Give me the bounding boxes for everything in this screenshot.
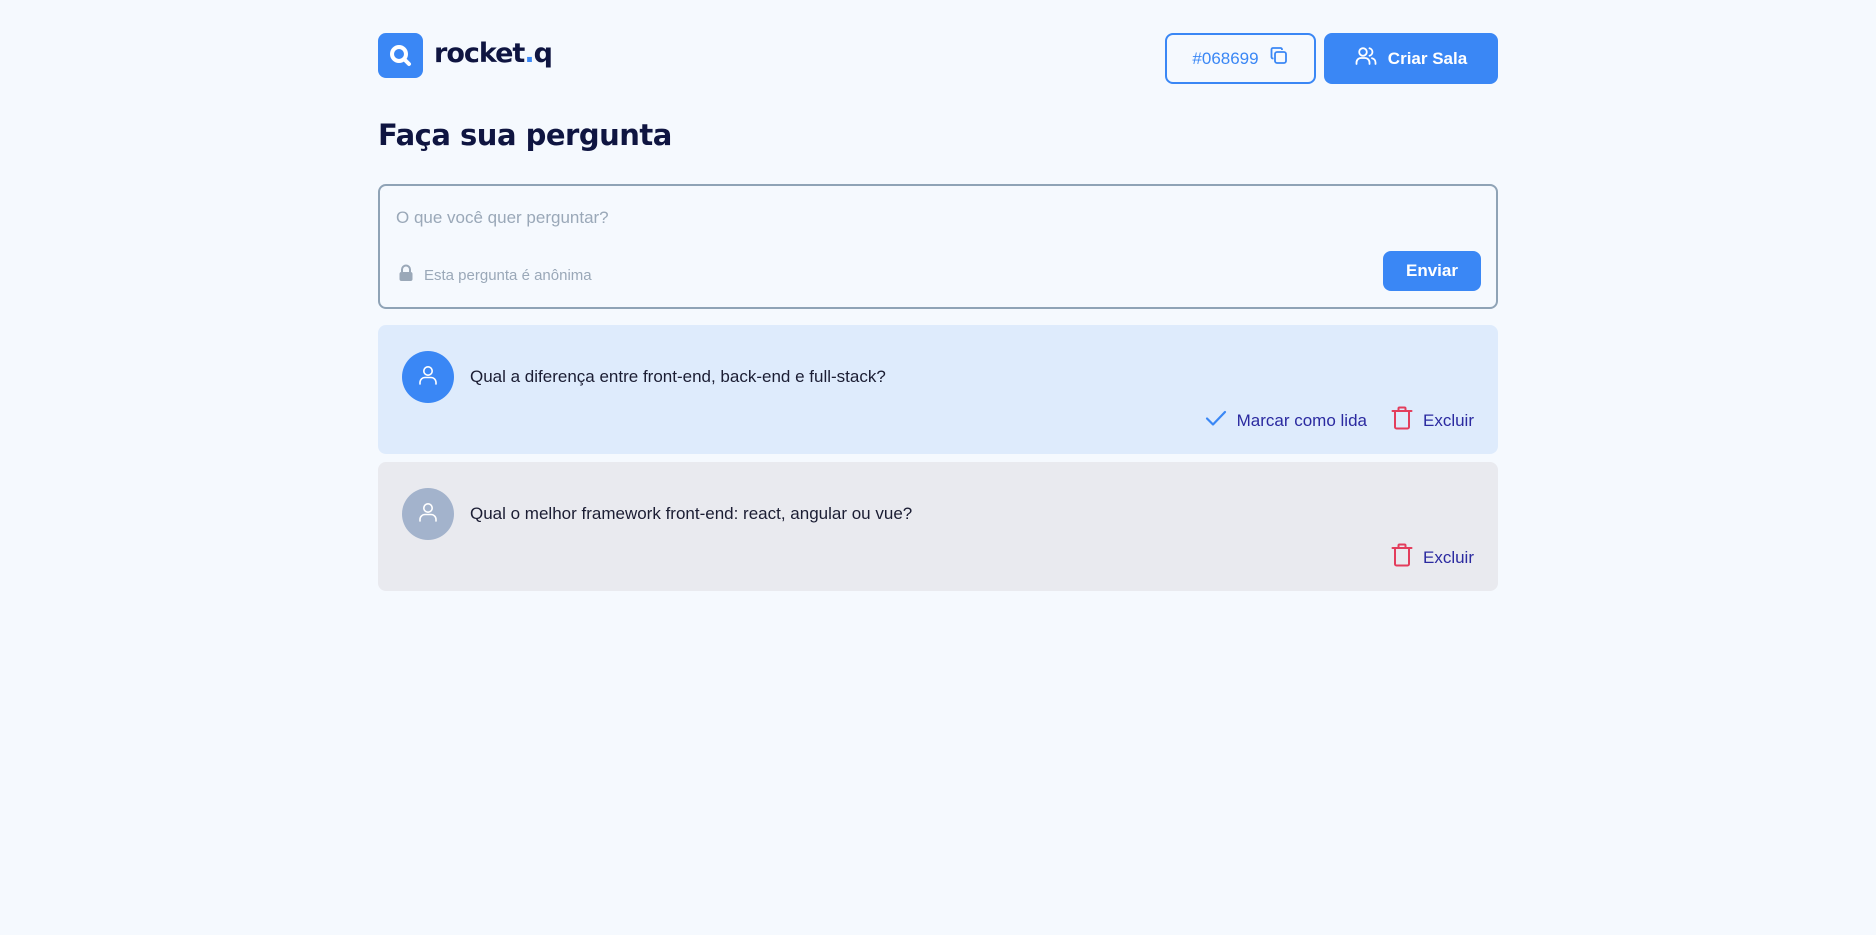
logo-text: rocket.q [434,38,553,69]
create-room-button[interactable]: Criar Sala [1324,33,1498,84]
delete-label: Excluir [1422,547,1474,567]
trash-icon [1391,543,1413,572]
question-actions: Excluir [1391,543,1474,572]
delete-label: Excluir [1422,410,1474,430]
header: rocket.q #068699 Criar Sala [378,33,1498,84]
mark-as-read-label: Marcar como lida [1236,410,1367,430]
search-logo-icon [378,33,423,78]
page-title: Faça sua pergunta [378,118,672,152]
avatar [402,351,454,403]
user-icon [417,364,439,391]
mark-as-read-button[interactable]: Marcar como lida [1205,409,1367,432]
logo[interactable]: rocket.q [378,33,553,78]
question-text: Qual o melhor framework front-end: react… [470,504,913,523]
user-icon [417,501,439,528]
question-actions: Marcar como lida Excluir [1205,406,1474,435]
question-card: Qual a diferença entre front-end, back-e… [378,325,1498,454]
create-room-label: Criar Sala [1387,48,1468,68]
anonymous-note: Esta pergunta é anônima [398,264,592,286]
delete-button[interactable]: Excluir [1391,543,1474,572]
delete-button[interactable]: Excluir [1391,406,1474,435]
question-form: Esta pergunta é anônima Enviar [378,184,1498,309]
logo-word: rocket [434,38,525,69]
copy-icon [1269,46,1289,71]
question-text: Qual a diferença entre front-end, back-e… [470,367,886,386]
users-icon [1355,46,1377,71]
trash-icon [1391,406,1413,435]
check-icon [1205,409,1227,432]
question-input[interactable] [396,204,1296,232]
logo-dot: . [524,38,534,69]
anonymous-note-text: Esta pergunta é anônima [424,266,592,284]
question-card: Qual o melhor framework front-end: react… [378,462,1498,591]
logo-suffix: q [533,38,553,69]
room-code: #068699 [1192,48,1259,68]
send-button[interactable]: Enviar [1383,251,1481,291]
lock-icon [398,264,414,286]
avatar [402,488,454,540]
room-code-button[interactable]: #068699 [1165,33,1316,84]
